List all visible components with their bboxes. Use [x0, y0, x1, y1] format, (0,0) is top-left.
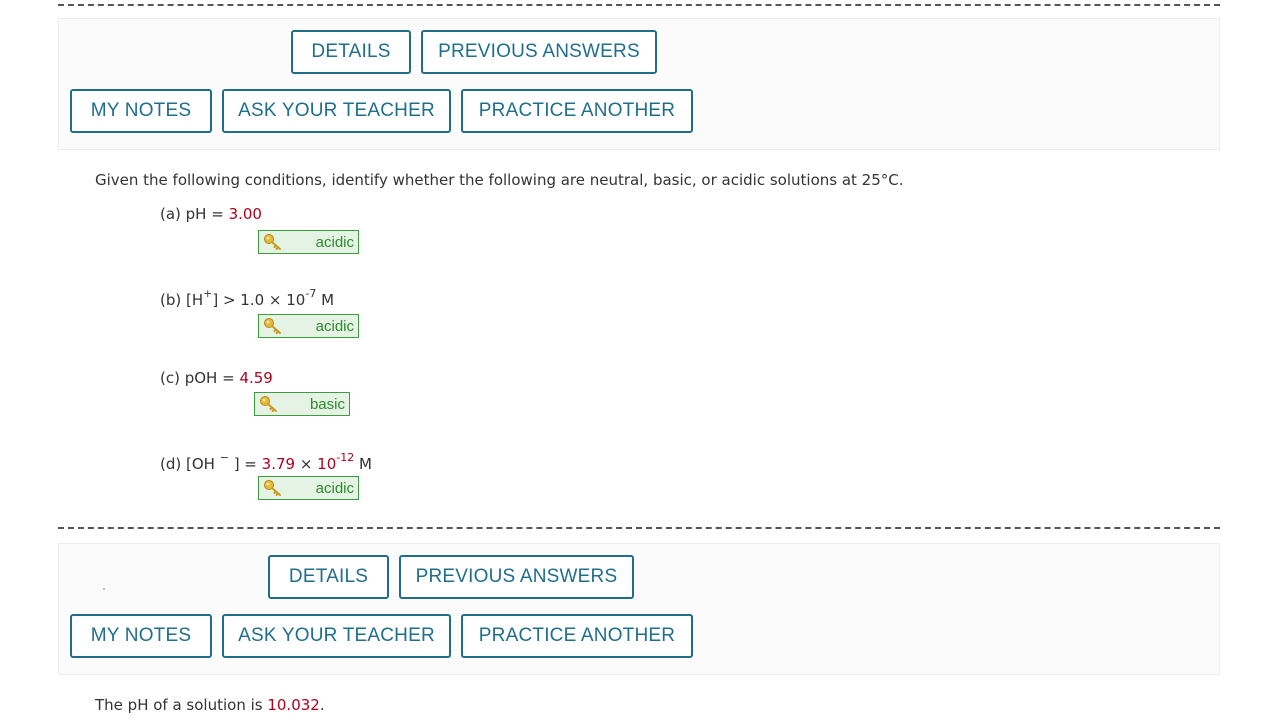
part-b-answer: acidic — [315, 317, 354, 335]
part-b-unit: M — [316, 291, 335, 309]
part-b-label: (b) [H+] > 1.0 × 10-7 M — [160, 287, 335, 309]
part-d-sup: − — [219, 451, 229, 464]
part-b-prefix: (b) [H — [160, 291, 204, 309]
question-2-prompt: The pH of a solution is 10.032. — [95, 696, 325, 714]
part-b-exp: -7 — [305, 287, 317, 300]
practice-another-button[interactable]: PRACTICE ANOTHER — [461, 89, 693, 133]
key-icon — [261, 478, 285, 498]
part-c-label: (c) pOH = 4.59 — [160, 369, 273, 387]
question-2-prompt-prefix: The pH of a solution is — [95, 696, 268, 714]
part-d-value: 3.79 — [261, 455, 296, 473]
key-icon — [261, 232, 285, 252]
key-icon — [257, 394, 281, 414]
part-d-mid: ] = — [228, 455, 262, 473]
question-separator — [58, 4, 1220, 6]
part-d-unit: M — [354, 455, 372, 473]
ask-your-teacher-button[interactable]: ASK YOUR TEACHER — [222, 614, 451, 658]
details-button[interactable]: DETAILS — [268, 555, 389, 599]
ask-your-teacher-button[interactable]: ASK YOUR TEACHER — [222, 89, 451, 133]
my-notes-button[interactable]: MY NOTES — [70, 89, 212, 133]
key-icon — [261, 316, 285, 336]
part-a-text: (a) pH = — [160, 205, 229, 223]
part-a-label: (a) pH = 3.00 — [160, 205, 262, 223]
practice-another-button[interactable]: PRACTICE ANOTHER — [461, 614, 693, 658]
part-d-label: (d) [OH − ] = 3.79 × 10-12 M — [160, 451, 372, 473]
details-button[interactable]: DETAILS — [291, 30, 411, 74]
part-b-sup: + — [203, 287, 213, 300]
part-c-answer: basic — [309, 395, 345, 413]
part-c-value: 4.59 — [239, 369, 273, 387]
part-a-answer: acidic — [315, 233, 354, 251]
part-d-answer-box: acidic — [258, 476, 359, 500]
part-b-mid: ] > 1.0 × 10 — [212, 291, 306, 309]
previous-answers-button[interactable]: PREVIOUS ANSWERS — [399, 555, 634, 599]
question-2-ph-value: 10.032 — [267, 696, 320, 714]
part-d-times: × — [295, 455, 318, 473]
question-1-prompt: Given the following conditions, identify… — [95, 171, 904, 189]
part-b-answer-box: acidic — [258, 314, 359, 338]
part-c-answer-box: basic — [254, 392, 350, 416]
part-a-value: 3.00 — [228, 205, 262, 223]
part-c-text: (c) pOH = — [160, 369, 240, 387]
my-notes-button[interactable]: MY NOTES — [70, 614, 212, 658]
previous-answers-button[interactable]: PREVIOUS ANSWERS — [421, 30, 657, 74]
part-d-answer: acidic — [315, 479, 354, 497]
stray-dot — [103, 588, 105, 590]
part-d-base: 10 — [317, 455, 337, 473]
part-a-answer-box: acidic — [258, 230, 359, 254]
part-d-prefix: (d) [OH — [160, 455, 220, 473]
question-2-prompt-suffix: . — [319, 696, 325, 714]
question-separator — [58, 527, 1220, 529]
part-d-exp: -12 — [336, 451, 355, 464]
